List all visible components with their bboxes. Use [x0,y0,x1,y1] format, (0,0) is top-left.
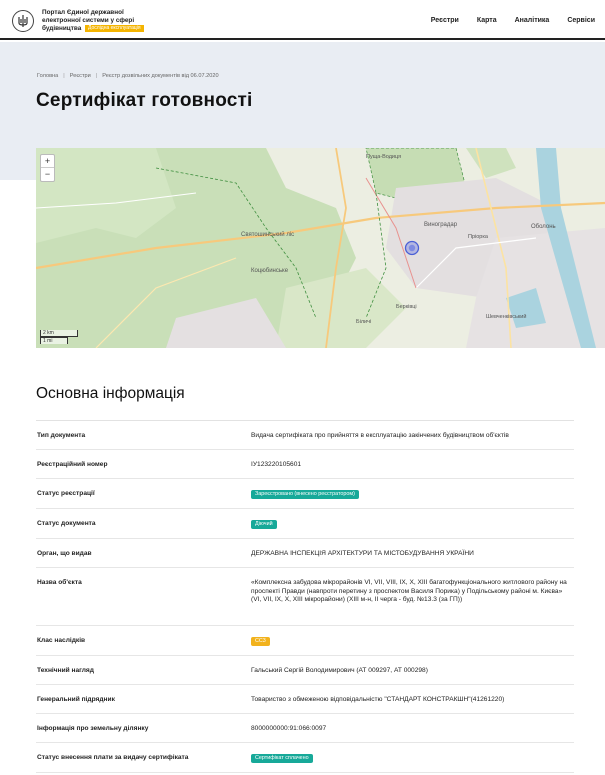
info-label: Тип документа [37,432,86,439]
breadcrumb-separator: | [95,73,98,79]
beta-badge: Дослідна експлуатація [85,25,144,32]
map-label: Оболонь [531,224,556,230]
zoom-in-button[interactable]: + [41,155,54,168]
info-value: Сертифікат сплачено [251,743,574,772]
info-label: Назва об'єкта [37,579,82,586]
page-title: Сертифікат готовності [36,90,253,111]
info-row: Статус реєстрації Зареєстровано (внесено … [36,479,574,509]
section-title: Основна інформація [36,385,185,402]
info-label: Клас наслідків [37,637,86,644]
info-label: Реєстраційний номер [37,461,108,468]
info-row: Орган, що видав ДЕРЖАВНА ІНСПЕКЦІЯ АРХІТЕ… [36,539,574,568]
info-label: Статус документа [37,520,96,527]
info-row: Назва об'єкта «Комплексна забудова мікрор… [36,568,574,626]
scale-km: 2 km [40,330,78,337]
nav-registries[interactable]: Реєстри [431,17,459,24]
info-row: Генеральний підрядник Товариство з обмеже… [36,685,574,714]
breadcrumb-registries[interactable]: Реєстри [70,73,91,79]
info-row: Реєстраційний номер ІУ123220105601 [36,450,574,479]
map-label: Берківці [396,304,417,310]
info-label: Технічний нагляд [37,667,94,674]
main-nav: Реєстри Карта Аналітика Сервіси [431,17,595,24]
status-badge: СС3 [251,637,270,646]
info-value: ДЕРЖАВНА ІНСПЕКЦІЯ АРХІТЕКТУРИ ТА МІСТОБ… [251,550,474,557]
info-label: Статус реєстрації [37,490,95,497]
info-value: «Комплексна забудова мікрорайонів VI, VI… [251,579,567,604]
info-row: Статус внесення плати за видачу сертифік… [36,743,574,773]
map-tiles: Святошинський ліс Коцюбинське Виноградар… [36,148,605,348]
breadcrumb-home[interactable]: Головна [37,73,58,79]
trident-icon [18,15,28,27]
info-value: Видача сертифіката про прийняття в експл… [251,432,509,439]
map-label: Шевченківський [486,313,526,320]
nav-map[interactable]: Карта [477,17,497,24]
info-value: ІУ123220105601 [251,461,302,468]
info-row: Інформація про земельну ділянку 800000000… [36,714,574,743]
location-map[interactable]: Святошинський ліс Коцюбинське Виноградар… [36,148,605,348]
info-value: Діючий [251,509,574,538]
site-header: Портал Єдиної державної електронної сист… [0,0,605,40]
breadcrumb-separator: | [63,73,65,79]
status-badge: Сертифікат сплачено [251,754,313,763]
info-row: Статус документа Діючий [36,509,574,539]
breadcrumb-current: Реєстр дозвільних документів від 06.07.2… [102,73,219,79]
zoom-control: + − [40,154,55,182]
map-label: Коцюбинське [251,268,289,274]
zoom-out-button[interactable]: − [41,168,54,181]
info-label: Генеральний підрядник [37,696,115,703]
status-badge: Зареєстровано (внесено реєстратором) [251,490,359,499]
info-row: Технічний нагляд Гальський Сергій Володим… [36,656,574,685]
map-label: Святошинський ліс [241,231,294,238]
map-label: Пуща-Водиця [366,154,401,160]
info-label: Інформація про земельну ділянку [37,725,149,732]
info-value: Зареєстровано (внесено реєстратором) [251,479,574,508]
map-label: Біличі [356,319,371,325]
map-label: Пріорка [468,234,489,240]
breadcrumb: Головна | Реєстри | Реєстр дозвільних до… [37,73,219,79]
info-table: Тип документа Видача сертифіката про прий… [36,420,574,773]
coat-of-arms-logo[interactable] [12,10,34,32]
info-value: СС3 [251,626,574,655]
map-label: Виноградар [424,222,458,228]
info-row: Клас наслідків СС3 [36,626,574,656]
info-value: 8000000000:91:066:0097 [251,725,327,732]
info-value: Товариство з обмеженою відповідальністю … [251,696,505,703]
info-row: Тип документа Видача сертифіката про прий… [36,421,574,450]
map-scale: 2 km 1 mi [40,330,78,344]
nav-analytics[interactable]: Аналітика [515,17,550,24]
portal-name[interactable]: Портал Єдиної державної електронної сист… [42,9,162,33]
info-value: Гальський Сергій Володимирович (АТ 00929… [251,667,428,674]
info-label: Орган, що видав [37,550,92,557]
scale-mi: 1 mi [40,337,68,344]
status-badge: Діючий [251,520,277,529]
info-label: Статус внесення плати за видачу сертифік… [37,754,189,761]
nav-services[interactable]: Сервіси [567,17,595,24]
